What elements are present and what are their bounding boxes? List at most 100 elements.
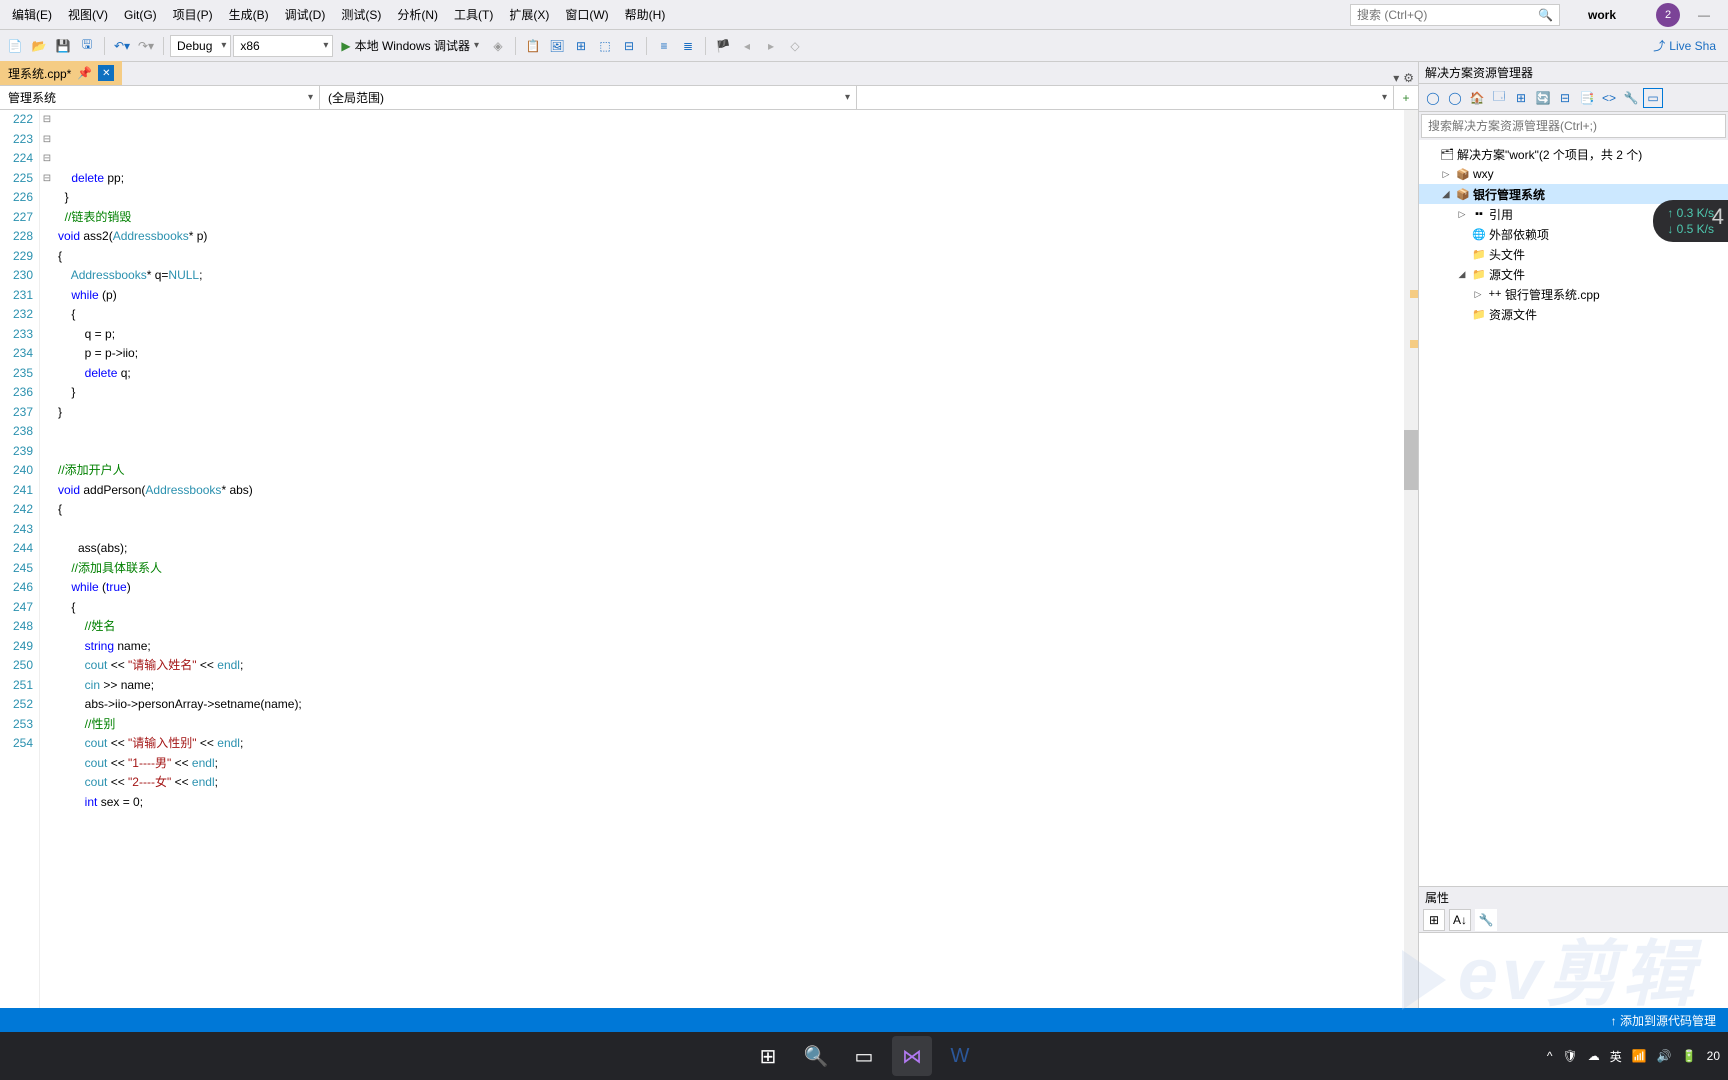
global-search[interactable]: 🔍 <box>1350 4 1560 26</box>
tree-node[interactable]: ▷📦wxy <box>1419 164 1728 184</box>
minimize-button[interactable]: — <box>1684 8 1724 22</box>
expand-icon[interactable]: ▷ <box>1439 169 1453 180</box>
tool-icon[interactable]: 🖼 <box>546 35 568 57</box>
save-all-icon[interactable]: 🖫 <box>76 35 98 57</box>
menu-project[interactable]: 项目(P) <box>165 2 221 27</box>
indent-icon[interactable]: ≡ <box>653 35 675 57</box>
tool-icon[interactable]: ⬚ <box>594 35 616 57</box>
menu-git[interactable]: Git(G) <box>116 4 165 26</box>
pin-icon[interactable]: 📌 <box>77 66 92 80</box>
back-icon[interactable]: ◯ <box>1423 88 1443 108</box>
menu-test[interactable]: 测试(S) <box>333 2 389 27</box>
code-icon[interactable]: <> <box>1599 88 1619 108</box>
battery-icon[interactable]: 🔋 <box>1682 1049 1697 1063</box>
bookmark-icon[interactable]: 🏴 <box>712 35 734 57</box>
wrench-icon[interactable]: 🔧 <box>1475 909 1497 931</box>
user-badge[interactable]: 2 <box>1656 3 1680 27</box>
expand-icon[interactable]: ▷ <box>1471 289 1485 300</box>
scrollbar-thumb[interactable] <box>1404 430 1418 490</box>
categorized-icon[interactable]: ⊞ <box>1423 909 1445 931</box>
separator <box>705 37 706 55</box>
menu-analyze[interactable]: 分析(N) <box>389 2 446 27</box>
add-button[interactable]: + <box>1394 86 1418 109</box>
task-view-icon[interactable]: ▭ <box>844 1036 884 1076</box>
run-button[interactable]: ▶ 本地 Windows 调试器 ▾ <box>335 35 485 57</box>
taskbar-search-icon[interactable]: 🔍 <box>796 1036 836 1076</box>
debug-target-icon[interactable]: ◈ <box>487 35 509 57</box>
redo-icon[interactable]: ↷▾ <box>135 35 157 57</box>
filter-icon[interactable]: ⊞ <box>1511 88 1531 108</box>
clear-bookmark-icon[interactable]: ◇ <box>784 35 806 57</box>
code-editor[interactable]: 2222232242252262272282292302312322332342… <box>0 110 1418 1008</box>
menu-help[interactable]: 帮助(H) <box>617 2 674 27</box>
start-button[interactable]: ⊞ <box>748 1036 788 1076</box>
menu-debug[interactable]: 调试(D) <box>277 2 334 27</box>
tool-icon[interactable]: 📋 <box>522 35 544 57</box>
refresh-icon[interactable]: 🔄 <box>1533 88 1553 108</box>
menu-view[interactable]: 视图(V) <box>60 2 116 27</box>
forward-icon[interactable]: ◯ <box>1445 88 1465 108</box>
nav-member-combo[interactable] <box>857 86 1394 109</box>
explorer-search-input[interactable] <box>1428 119 1719 133</box>
tab-overflow-icon[interactable]: ▾ <box>1393 71 1399 85</box>
next-bookmark-icon[interactable]: ▸ <box>760 35 782 57</box>
tree-node[interactable]: 📁头文件 <box>1419 244 1728 264</box>
scrollbar-track[interactable] <box>1404 110 1418 1008</box>
tool-icon[interactable]: ⊞ <box>570 35 592 57</box>
platform-combo[interactable]: x86 <box>233 35 333 57</box>
expand-icon[interactable]: ◢ <box>1439 189 1453 200</box>
expand-icon[interactable]: ◢ <box>1455 269 1469 280</box>
chevron-up-icon[interactable]: ^ <box>1547 1049 1553 1063</box>
live-share-button[interactable]: ⤴ Live Sha <box>1645 37 1724 54</box>
visual-studio-icon[interactable]: ⋈ <box>892 1036 932 1076</box>
tab-settings-icon[interactable]: ⚙ <box>1403 71 1414 85</box>
open-file-icon[interactable]: 📂 <box>28 35 50 57</box>
volume-icon[interactable]: 🔊 <box>1657 1049 1672 1063</box>
wifi-icon[interactable]: 📶 <box>1632 1049 1647 1063</box>
code-content[interactable]: delete pp; } //链表的销毁void ass2(Addressboo… <box>54 110 1418 1008</box>
new-file-icon[interactable]: 📄 <box>4 35 26 57</box>
close-tab-icon[interactable]: ✕ <box>98 65 114 81</box>
menu-extensions[interactable]: 扩展(X) <box>501 2 557 27</box>
wrench-icon[interactable]: 🔧 <box>1621 88 1641 108</box>
active-tab[interactable]: 理系统.cpp* 📌 ✕ <box>0 61 122 85</box>
home-icon[interactable]: 🏠 <box>1467 88 1487 108</box>
source-control-label[interactable]: ↑ 添加到源代码管理 <box>1611 1012 1716 1029</box>
undo-icon[interactable]: ↶▾ <box>111 35 133 57</box>
expand-icon[interactable]: ▷ <box>1455 209 1469 220</box>
explorer-search[interactable] <box>1421 114 1726 138</box>
properties-icon[interactable]: ▭ <box>1643 88 1663 108</box>
tree-node[interactable]: ▷++银行管理系统.cpp <box>1419 284 1728 304</box>
menu-build[interactable]: 生成(B) <box>221 2 277 27</box>
ime-icon[interactable]: 英 <box>1610 1048 1622 1065</box>
tool-icon[interactable]: ⊟ <box>618 35 640 57</box>
switch-view-icon[interactable]: 🗔 <box>1489 88 1509 108</box>
network-speed-widget: ↑ 0.3 K/s ↓ 0.5 K/s 4 <box>1653 200 1728 242</box>
menu-window[interactable]: 窗口(W) <box>557 2 616 27</box>
menu-tools[interactable]: 工具(T) <box>446 2 501 27</box>
nav-project-combo[interactable]: 管理系统 <box>0 86 320 109</box>
prev-bookmark-icon[interactable]: ◂ <box>736 35 758 57</box>
show-all-icon[interactable]: 📑 <box>1577 88 1597 108</box>
solution-tree[interactable]: 🗂 解决方案"work"(2 个项目，共 2 个) ▷📦wxy◢📦银行管理系统▷… <box>1419 140 1728 886</box>
properties-panel: 属性 ⊞ A↓ 🔧 <box>1419 886 1728 1026</box>
global-search-input[interactable] <box>1357 8 1538 22</box>
onedrive-icon[interactable]: ☁ <box>1588 1049 1600 1063</box>
ide-statusbar: ↑ 添加到源代码管理 <box>0 1008 1728 1032</box>
word-icon[interactable]: W <box>940 1036 980 1076</box>
fold-gutter[interactable]: ⊟⊟⊟⊟ <box>40 110 54 1008</box>
solution-root[interactable]: 🗂 解决方案"work"(2 个项目，共 2 个) <box>1419 144 1728 164</box>
system-tray[interactable]: ^ 🛡 ☁ 英 📶 🔊 🔋 20 <box>1547 1048 1720 1065</box>
tree-node[interactable]: 📁资源文件 <box>1419 304 1728 324</box>
shield-icon[interactable]: 🛡 <box>1563 1049 1578 1063</box>
alphabetical-icon[interactable]: A↓ <box>1449 909 1471 931</box>
outdent-icon[interactable]: ≣ <box>677 35 699 57</box>
save-icon[interactable]: 💾 <box>52 35 74 57</box>
collapse-icon[interactable]: ⊟ <box>1555 88 1575 108</box>
tree-node[interactable]: ◢📁源文件 <box>1419 264 1728 284</box>
tab-label: 理系统.cpp* <box>8 65 71 82</box>
clock[interactable]: 20 <box>1707 1049 1720 1063</box>
config-combo[interactable]: Debug <box>170 35 231 57</box>
menu-edit[interactable]: 编辑(E) <box>4 2 60 27</box>
nav-scope-combo[interactable]: (全局范围) <box>320 86 857 109</box>
